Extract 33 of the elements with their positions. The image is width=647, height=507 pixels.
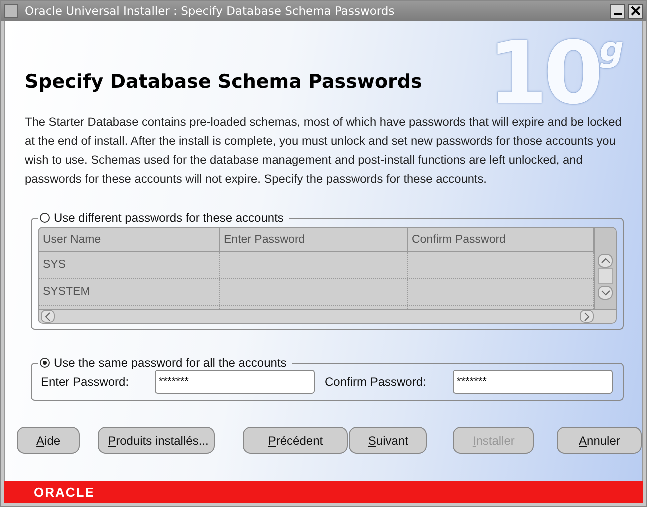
close-button[interactable] <box>628 4 643 18</box>
vertical-scrollbar[interactable] <box>594 228 616 309</box>
scroll-up-icon[interactable] <box>598 254 613 268</box>
close-icon <box>630 6 640 16</box>
minimize-button[interactable] <box>610 4 625 18</box>
table-cell: SYS <box>39 252 220 278</box>
dialog-button[interactable]: Précédent <box>243 427 348 454</box>
window-menu-icon[interactable] <box>4 4 18 18</box>
dialog-button[interactable]: Produits installés... <box>98 427 216 454</box>
field-label: Confirm Password: <box>324 375 428 389</box>
field-label: Enter Password: <box>40 375 130 389</box>
radio-button[interactable] <box>40 213 50 223</box>
dialog-button[interactable]: Annuler <box>557 427 642 454</box>
radio-label[interactable]: Use the same password for all the accounts <box>54 356 287 370</box>
password-field[interactable]: ******* <box>453 370 613 394</box>
window-title: Oracle Universal Installer : Specify Database Schema Passwords <box>25 4 395 18</box>
radio-label[interactable]: Use different passwords for these accounts <box>54 211 284 225</box>
scroll-thumb[interactable] <box>598 268 613 284</box>
minimize-icon <box>614 13 622 15</box>
brand-text: ORACLE <box>34 484 95 500</box>
description-text: The Starter Database contains pre-loaded schemas, most of which have passwords that will expire and be locked at the end of install. After the install is complete, you must unlock and set new passwords for those accounts you wish to use. Schemas used for the database management and post-install functions are left unlocked, and passwords for these accounts will not expire. Specify the passwords for these accounts. <box>25 114 622 188</box>
scroll-down-icon[interactable] <box>598 286 613 300</box>
page-heading: Specify Database Schema Passwords <box>25 71 424 93</box>
column-header[interactable]: User Name <box>39 228 220 251</box>
scroll-right-icon[interactable] <box>580 310 594 323</box>
password-field[interactable]: ******* <box>155 370 315 394</box>
dialog-button[interactable]: Aide <box>17 427 80 454</box>
table-cell: SYSTEM <box>39 279 220 305</box>
scroll-left-icon[interactable] <box>41 310 55 323</box>
dialog-button[interactable]: Suivant <box>349 427 428 454</box>
logo-text: 10$^{g}$ <box>488 31 620 117</box>
column-header[interactable]: Enter Password <box>220 228 408 251</box>
radio-button[interactable] <box>40 358 50 368</box>
